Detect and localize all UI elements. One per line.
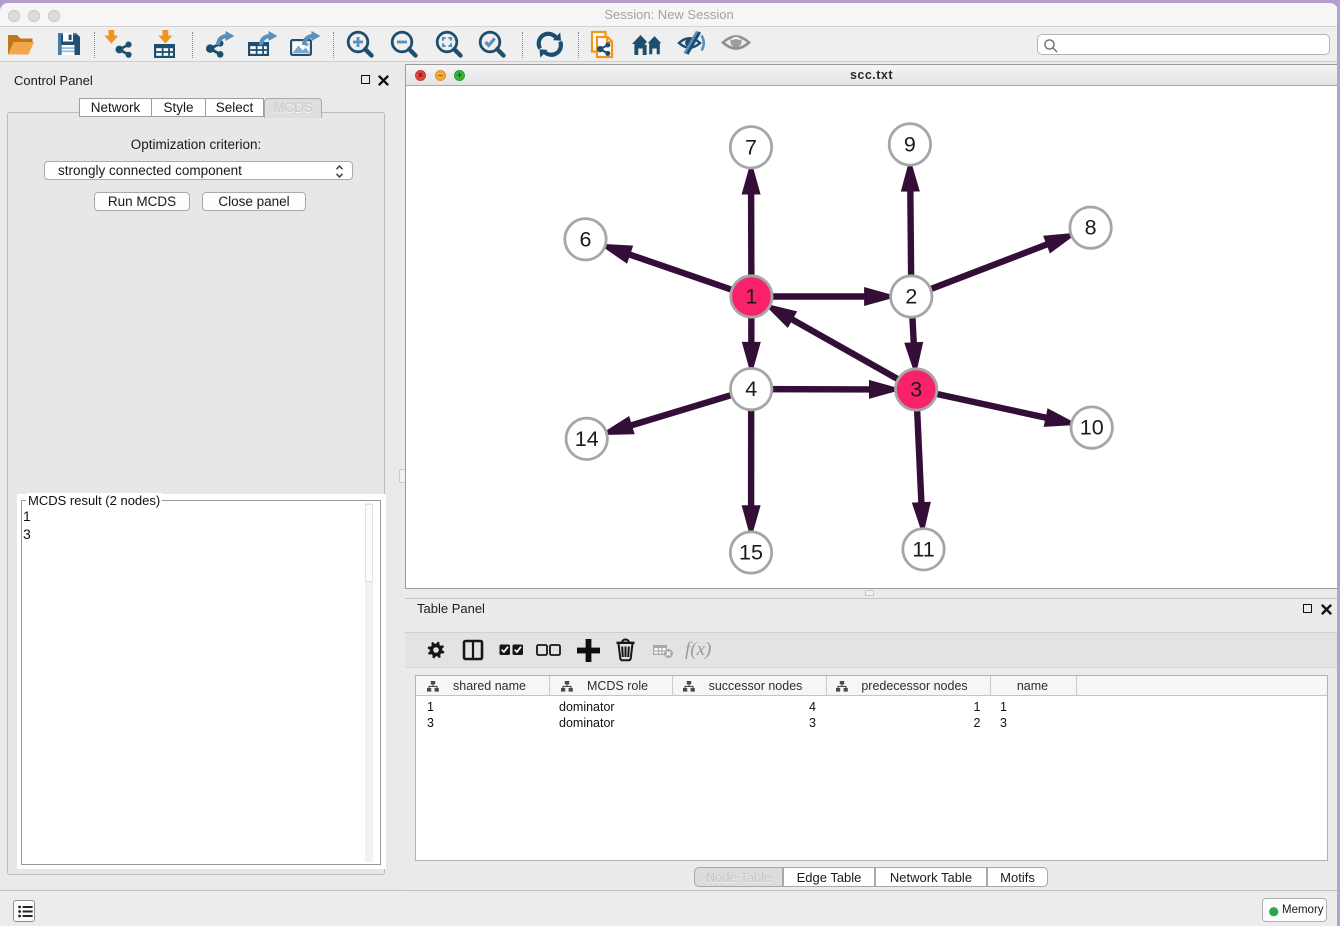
svg-text:6: 6 [580,227,592,251]
svg-text:7: 7 [745,135,757,159]
svg-text:14: 14 [575,427,599,451]
svg-text:3: 3 [910,378,922,402]
svg-text:9: 9 [904,132,916,156]
svg-text:15: 15 [739,541,763,565]
svg-text:f(x): f(x) [685,639,711,660]
svg-text:10: 10 [1080,416,1104,440]
svg-text:4: 4 [745,377,757,401]
svg-text:1: 1 [745,285,757,309]
svg-text:8: 8 [1085,216,1097,240]
svg-text:11: 11 [912,537,934,561]
svg-text:2: 2 [905,285,917,309]
